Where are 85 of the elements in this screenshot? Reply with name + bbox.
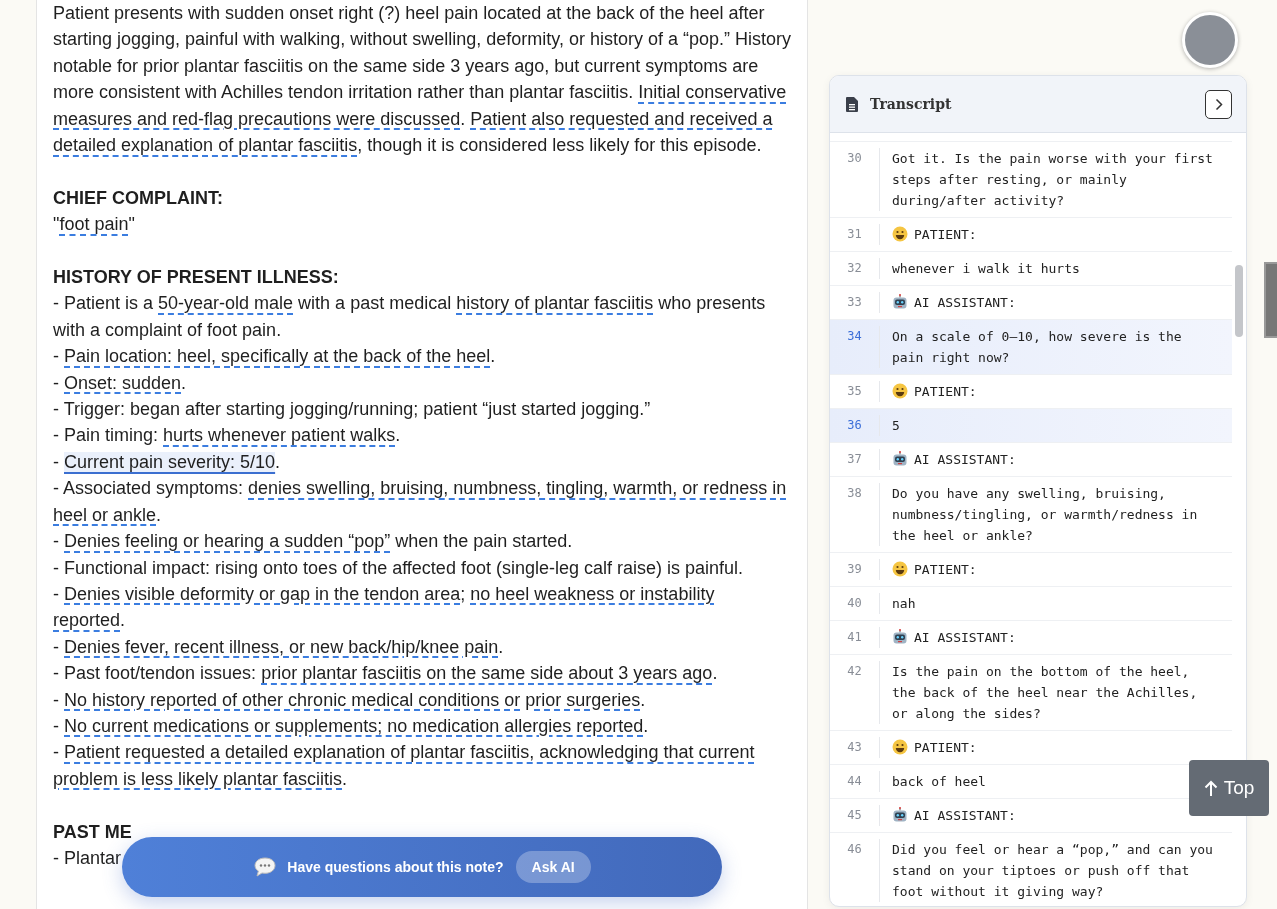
note-text: - Plantar [53, 846, 122, 870]
section-heading: PAST ME [53, 820, 133, 844]
message-text: back of heel [892, 773, 986, 791]
note-text: - Onset: sudden. [53, 371, 187, 395]
message-text: whenever i walk it hurts [892, 260, 1080, 278]
line-number: 30 [830, 148, 880, 211]
line-number: 39 [830, 559, 880, 580]
collapse-button[interactable] [1205, 89, 1232, 119]
speaker-label: AI ASSISTANT: [914, 807, 1016, 825]
smiley-face-icon [892, 383, 908, 399]
section-heading: HISTORY OF PRESENT ILLNESS: [53, 266, 340, 290]
line-number: 31 [830, 224, 880, 245]
message-text: Did you feel or hear a “pop,” and can you stand on your tiptoes or push off that foot without it giving way? [892, 841, 1214, 901]
speaker-label: PATIENT: [914, 383, 977, 401]
note-text: Patient presents with sudden onset right (?) heel pain located at the back of the heel after starting jogging, painful with walking, without swelling, deformity, or history of a “pop.” History notable for prior plantar fasciitis on the same side 3 years ago, but current symptoms are more consistent with Achilles tendon irritation rather than plantar fasciitis. Initial conservative measures and red-flag precautions were discussed. Patient also requested and received a detailed explanation of plantar fasciitis, though it is considered less likely for this episode. [53, 2, 791, 158]
robot-icon [892, 451, 908, 467]
avatar[interactable] [1182, 12, 1238, 68]
transcript-row[interactable]: 41 AI ASSISTANT: [830, 621, 1232, 655]
line-number: 36 [830, 415, 880, 436]
transcript-row[interactable]: 31 PATIENT: [830, 218, 1232, 252]
note-text: - Patient requested a detailed explanation of plantar fasciitis, acknowledging that current problem is less likely plantar fasciitis. [53, 741, 756, 791]
transcript-title: Transcript [870, 96, 953, 112]
message-text: 5 [892, 417, 900, 435]
line-number: 46 [830, 839, 880, 902]
document-icon [846, 96, 858, 112]
transcript-row[interactable]: 42 Is the pain on the bottom of the heel, the back of the heel near the Achilles, or along the sides? [830, 655, 1232, 731]
note-text: - Trigger: began after starting jogging/running; patient “just started jogging.” [53, 398, 651, 422]
note-text: - Denies feeling or hearing a sudden “pop” when the pain started. [53, 530, 573, 554]
chat-bubble-icon [253, 856, 278, 878]
speaker-label: PATIENT: [914, 739, 977, 757]
line-number: 45 [830, 805, 880, 826]
note-text: - Denies fever, recent illness, or new back/hip/knee pain. [53, 635, 504, 659]
transcript-row[interactable]: 40 nah [830, 587, 1232, 621]
line-number: 43 [830, 737, 880, 758]
transcript-row[interactable]: 36 5 [830, 409, 1232, 443]
transcript-row[interactable]: 39 PATIENT: [830, 553, 1232, 587]
chevron-right-icon [1214, 97, 1223, 111]
smiley-face-icon [892, 561, 908, 577]
note-text: - Patient is a 50-year-old male with a past medical history of plantar fasciitis who presents with a complaint of foot pain. [53, 292, 767, 342]
transcript-row[interactable]: 38 Do you have any swelling, bruising, numbness/tingling, or warmth/redness in the heel or ankle? [830, 477, 1232, 553]
robot-icon [892, 294, 908, 310]
speaker-label: AI ASSISTANT: [914, 451, 1016, 469]
message-text: Got it. Is the pain worse with your first steps after resting, or mainly during/after activity? [892, 150, 1214, 210]
line-number: 41 [830, 627, 880, 648]
robot-icon [892, 629, 908, 645]
speaker-label: AI ASSISTANT: [914, 294, 1016, 312]
line-number: 34 [830, 326, 880, 368]
message-text: On a scale of 0–10, how severe is the pain right now? [892, 328, 1183, 367]
scrollbar-thumb[interactable] [1235, 265, 1243, 337]
transcript-row[interactable]: 34 On a scale of 0–10, how severe is the pain right now? [830, 320, 1232, 375]
note-text: - No current medications or supplements; no medication allergies reported. [53, 714, 649, 738]
smiley-face-icon [892, 226, 908, 242]
note-text: - Current pain severity: 5/10. [53, 450, 281, 474]
note-text: - Past foot/tendon issues: prior plantar fasciitis on the same side about 3 years ago. [53, 662, 718, 686]
transcript-row[interactable]: 32 whenever i walk it hurts [830, 252, 1232, 286]
back-to-top-overlay[interactable]: Top [1189, 760, 1269, 816]
message-text: Do you have any swelling, bruising, numbness/tingling, or warmth/redness in the heel or ankle? [892, 485, 1199, 545]
transcript-row[interactable]: 30 Got it. Is the pain worse with your first steps after resting, or mainly during/after activity? [830, 142, 1232, 218]
transcript-row[interactable]: 46 Did you feel or hear a “pop,” and can you stand on your tiptoes or push off that foot without it giving way? [830, 833, 1232, 906]
line-number: 32 [830, 258, 880, 279]
line-number: 42 [830, 661, 880, 724]
note-text: - Functional impact: rising onto toes of the affected foot (single-leg calf raise) is painful. [53, 556, 744, 580]
line-number: 33 [830, 292, 880, 313]
speaker-label: PATIENT: [914, 561, 977, 579]
line-number: 35 [830, 381, 880, 402]
line-number: 38 [830, 483, 880, 546]
note-text: - No history reported of other chronic medical conditions or prior surgeries. [53, 688, 646, 712]
section-heading: CHIEF COMPLAINT: [53, 186, 224, 210]
smiley-face-icon [892, 739, 908, 755]
arrow-up-icon [1203, 779, 1218, 797]
note-text: - Denies visible deformity or gap in the tendon area; no heel weakness or instability reported. [53, 582, 716, 633]
speaker-label: PATIENT: [914, 226, 977, 244]
note-text: - Pain location: heel, specifically at the back of the heel. [53, 345, 496, 369]
robot-icon [892, 807, 908, 823]
speaker-label: AI ASSISTANT: [914, 629, 1016, 647]
note-text: "foot pain" [53, 213, 135, 237]
transcript-row[interactable]: 37 AI ASSISTANT: [830, 443, 1232, 477]
line-number: 44 [830, 771, 880, 792]
line-number: 37 [830, 449, 880, 470]
note-text: - Pain timing: hurts whenever patient walks. [53, 424, 401, 448]
note-text: - Associated symptoms: denies swelling, bruising, numbness, tingling, warmth, or redness in heel or ankle. [53, 477, 788, 527]
ask-prompt: Have questions about this note? [287, 857, 504, 877]
message-text: nah [892, 595, 916, 613]
line-number: 40 [830, 593, 880, 614]
message-text: Is the pain on the bottom of the heel, the back of the heel near the Achilles, or along the sides? [892, 663, 1199, 723]
